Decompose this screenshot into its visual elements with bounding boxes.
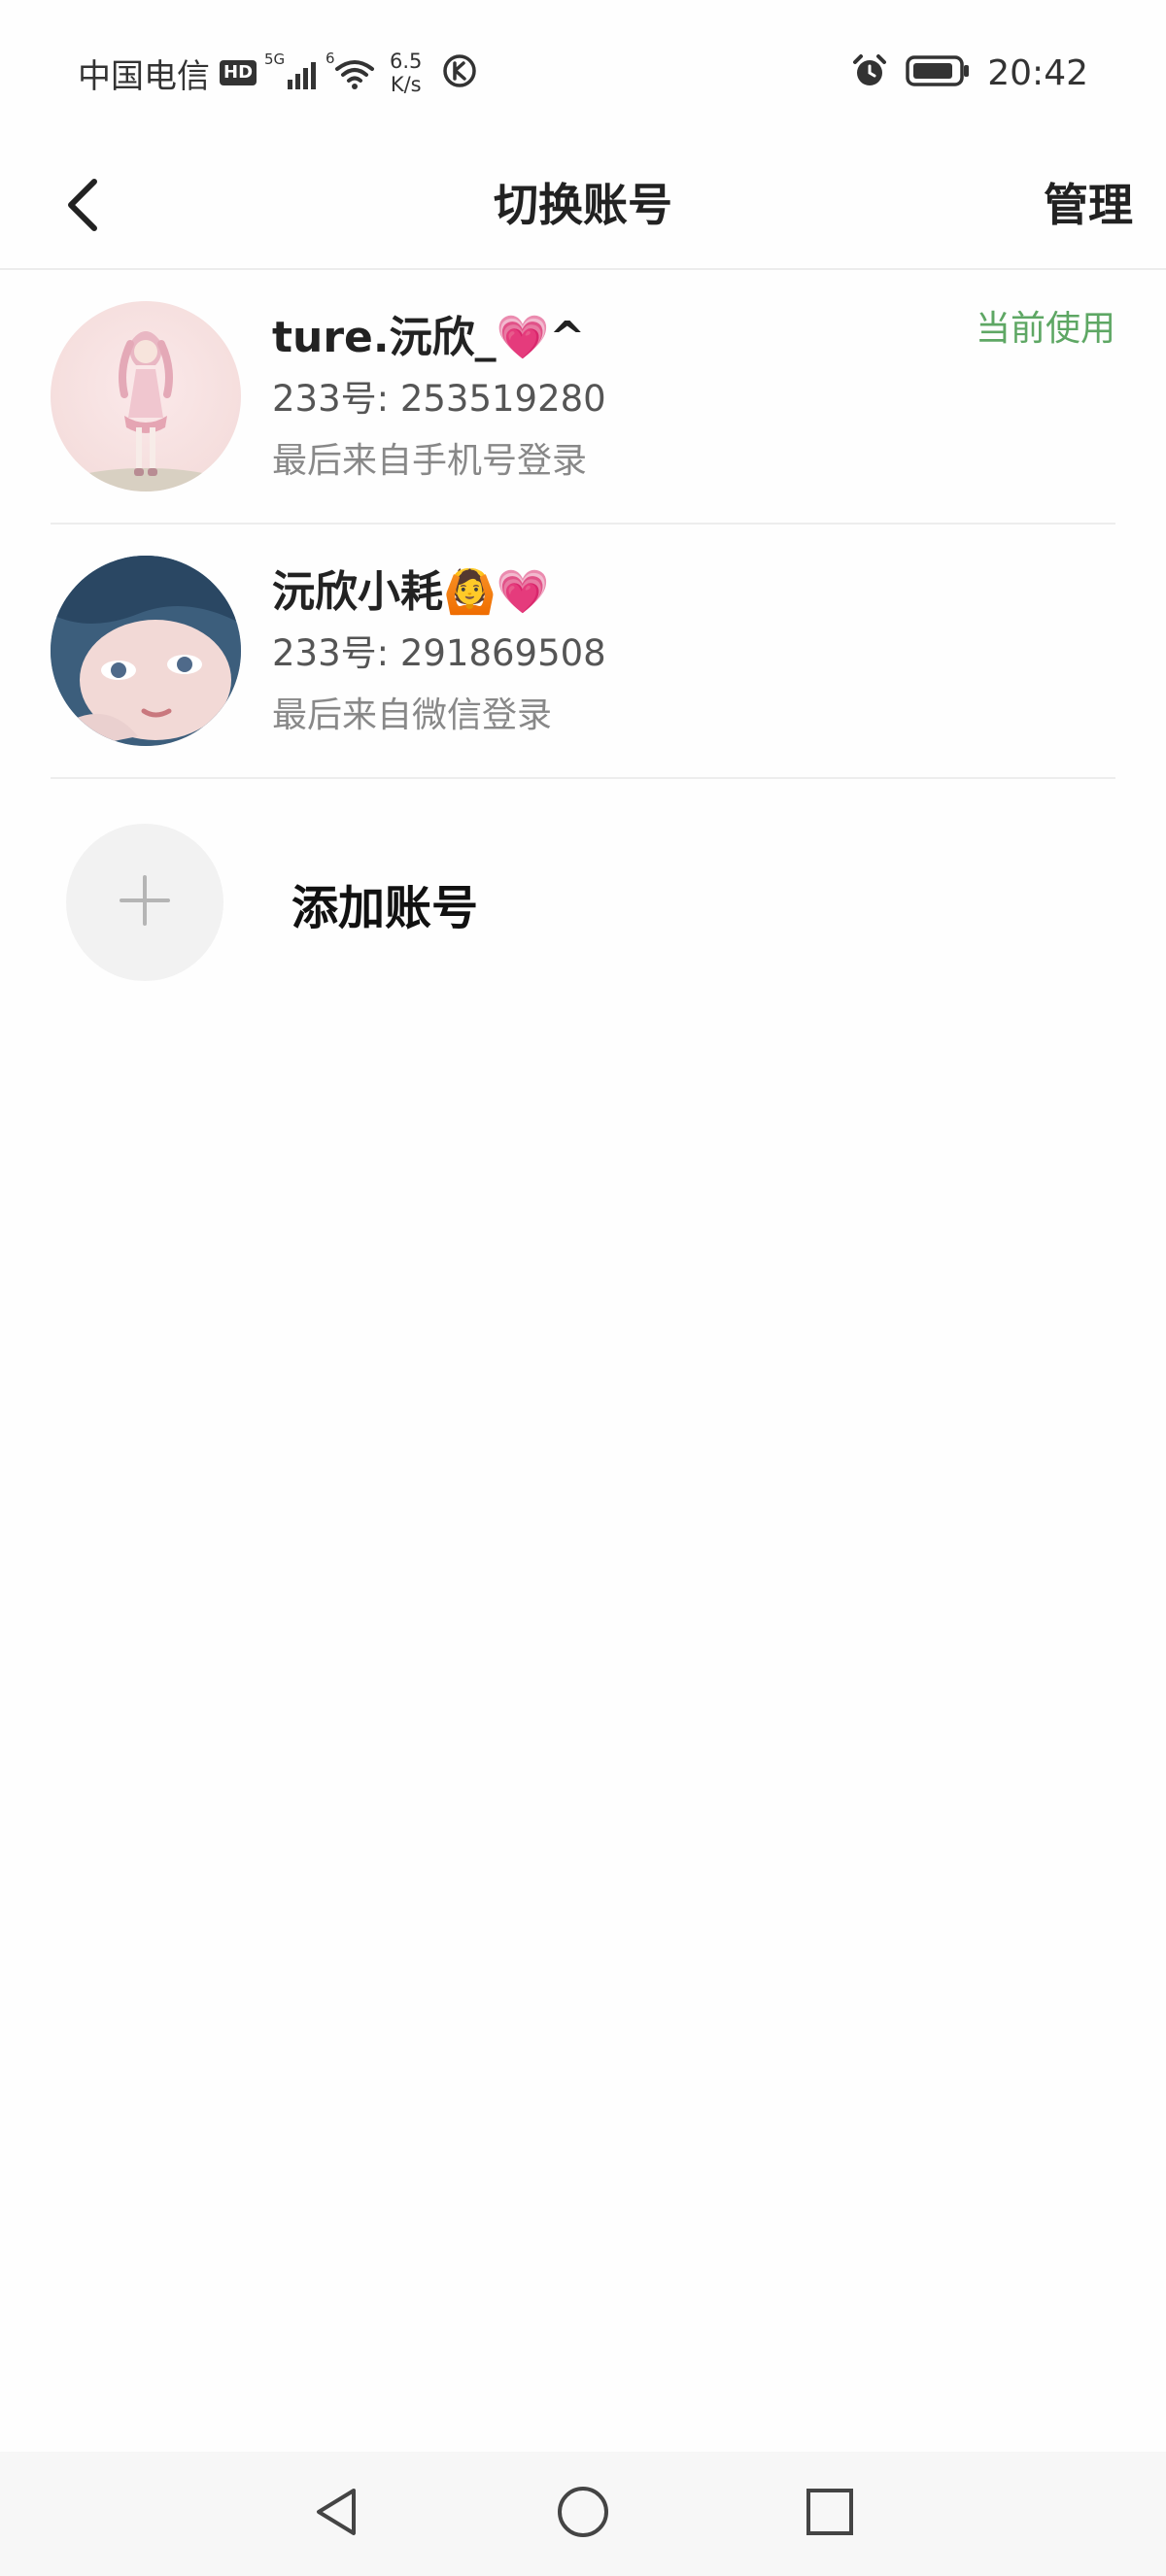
triangle-back-icon [307, 2483, 365, 2545]
status-left: 中国电信 HD 5G 6 6.5 K/s [78, 49, 478, 97]
account-item[interactable]: 沅欣小耗🙆💗 233号: 291869508 最后来自微信登录 [0, 525, 1166, 779]
account-id: 233号: 253519280 [272, 378, 606, 420]
avatar [51, 556, 241, 746]
signal-generation-label: 5G [264, 51, 286, 68]
account-item-current[interactable]: ture.沅欣_💗^ 233号: 253519280 最后来自手机号登录 当前使… [0, 270, 1166, 525]
page-title: 切换账号 [494, 179, 672, 231]
alarm-icon [851, 52, 888, 93]
net-speed: 6.5 K/s [390, 50, 422, 96]
plus-icon [118, 873, 172, 932]
header: 切换账号 管理 [0, 146, 1166, 270]
status-right: 20:42 [851, 49, 1088, 97]
add-account-button[interactable]: 添加账号 [0, 777, 1166, 1032]
nav-back-button[interactable] [297, 2475, 375, 2553]
manage-button[interactable]: 管理 [1044, 161, 1133, 249]
account-name: ture.沅欣_💗^ [272, 313, 586, 362]
status-bar: 中国电信 HD 5G 6 6.5 K/s 20:42 [0, 0, 1166, 146]
add-account-circle [66, 824, 223, 981]
nav-recent-button[interactable] [791, 2475, 869, 2553]
account-last-login: 最后来自手机号登录 [272, 441, 588, 481]
clock: 20:42 [987, 52, 1088, 93]
wifi-icon: 6 [326, 50, 376, 92]
current-use-badge: 当前使用 [975, 309, 1115, 349]
carrier-label: 中国电信 [78, 56, 210, 96]
nav-home-button[interactable] [544, 2475, 622, 2553]
cell-signal-icon: 5G [264, 51, 317, 89]
hd-badge: HD [220, 60, 257, 85]
square-recent-icon [801, 2483, 859, 2545]
system-nav-bar [0, 2452, 1166, 2576]
screen: 中国电信 HD 5G 6 6.5 K/s 20:42 切换账号 管理 ture.… [0, 0, 1166, 2576]
account-last-login: 最后来自微信登录 [272, 695, 553, 735]
net-speed-value: 6.5 [390, 50, 423, 73]
add-account-label: 添加账号 [292, 881, 479, 935]
net-speed-unit: K/s [390, 73, 422, 96]
k-circle-icon [441, 52, 478, 93]
account-id: 233号: 291869508 [272, 632, 606, 674]
account-name: 沅欣小耗🙆💗 [272, 567, 550, 617]
battery-icon [906, 54, 970, 91]
avatar [51, 301, 241, 491]
circle-home-icon [554, 2483, 612, 2545]
